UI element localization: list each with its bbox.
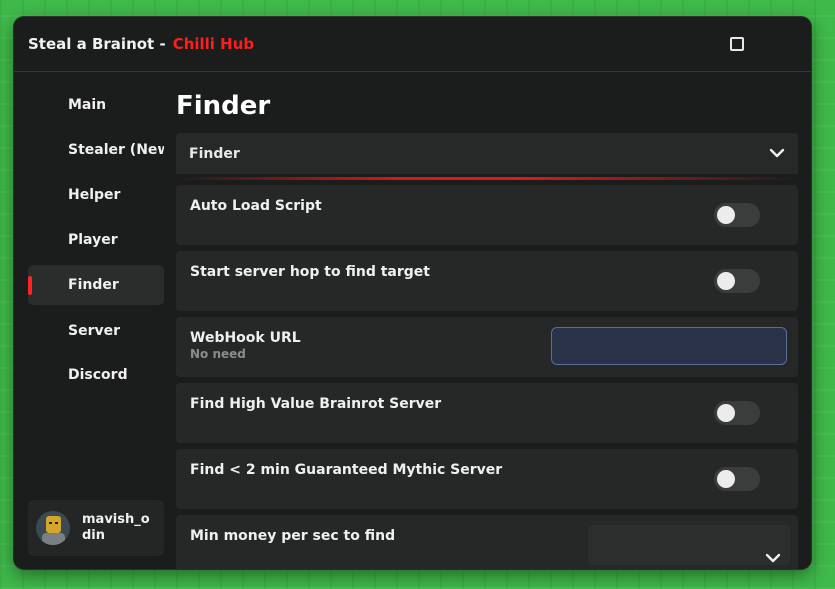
row-label: Auto Load Script — [190, 198, 322, 214]
webhook-url-input[interactable] — [551, 327, 787, 365]
hub-window: Steal a Brainot - Chilli Hub Main Steale… — [14, 17, 811, 569]
avatar — [36, 511, 70, 545]
window-title: Steal a Brainot - — [28, 35, 166, 53]
title-bar[interactable]: Steal a Brainot - Chilli Hub — [14, 17, 811, 72]
auto-load-script-row: Auto Load Script — [176, 185, 798, 245]
high-value-server-row: Find High Value Brainrot Server — [176, 383, 798, 443]
sidebar-item-server[interactable]: Server — [28, 311, 164, 351]
sidebar-item-finder[interactable]: Finder — [28, 265, 164, 305]
accent-divider — [176, 177, 798, 180]
min-money-dropdown[interactable] — [588, 525, 790, 565]
sidebar-item-main[interactable]: Main — [28, 85, 164, 125]
min-money-row: Min money per sec to find — [176, 515, 798, 569]
server-hop-toggle[interactable] — [714, 269, 760, 293]
chevron-down-icon — [765, 553, 781, 563]
user-profile: mavish_odin — [28, 500, 164, 556]
page-title: Finder — [176, 91, 271, 121]
sidebar: Main Stealer (New Helper Player Finder S… — [14, 73, 172, 569]
row-label: Start server hop to find target — [190, 264, 430, 280]
sidebar-item-discord[interactable]: Discord — [28, 355, 164, 395]
sidebar-item-player[interactable]: Player — [28, 220, 164, 260]
maximize-icon[interactable] — [730, 37, 744, 51]
row-label: Find High Value Brainrot Server — [190, 396, 442, 412]
username: mavish_odin — [82, 512, 150, 543]
main-content: Finder Finder Auto Load Script Start ser… — [176, 73, 811, 569]
high-value-server-toggle[interactable] — [714, 401, 760, 425]
webhook-url-row: WebHook URL No need — [176, 317, 798, 377]
sidebar-item-helper[interactable]: Helper — [28, 175, 164, 215]
mythic-server-toggle[interactable] — [714, 467, 760, 491]
row-label: Find < 2 min Guaranteed Mythic Server — [190, 462, 503, 478]
mythic-server-row: Find < 2 min Guaranteed Mythic Server — [176, 449, 798, 509]
section-dropdown[interactable]: Finder — [176, 133, 798, 174]
server-hop-row: Start server hop to find target — [176, 251, 798, 311]
chevron-down-icon — [769, 148, 785, 158]
section-dropdown-label: Finder — [189, 145, 240, 162]
window-title-accent: Chilli Hub — [172, 35, 255, 53]
auto-load-script-toggle[interactable] — [714, 203, 760, 227]
sidebar-item-stealer[interactable]: Stealer (New — [28, 130, 164, 170]
